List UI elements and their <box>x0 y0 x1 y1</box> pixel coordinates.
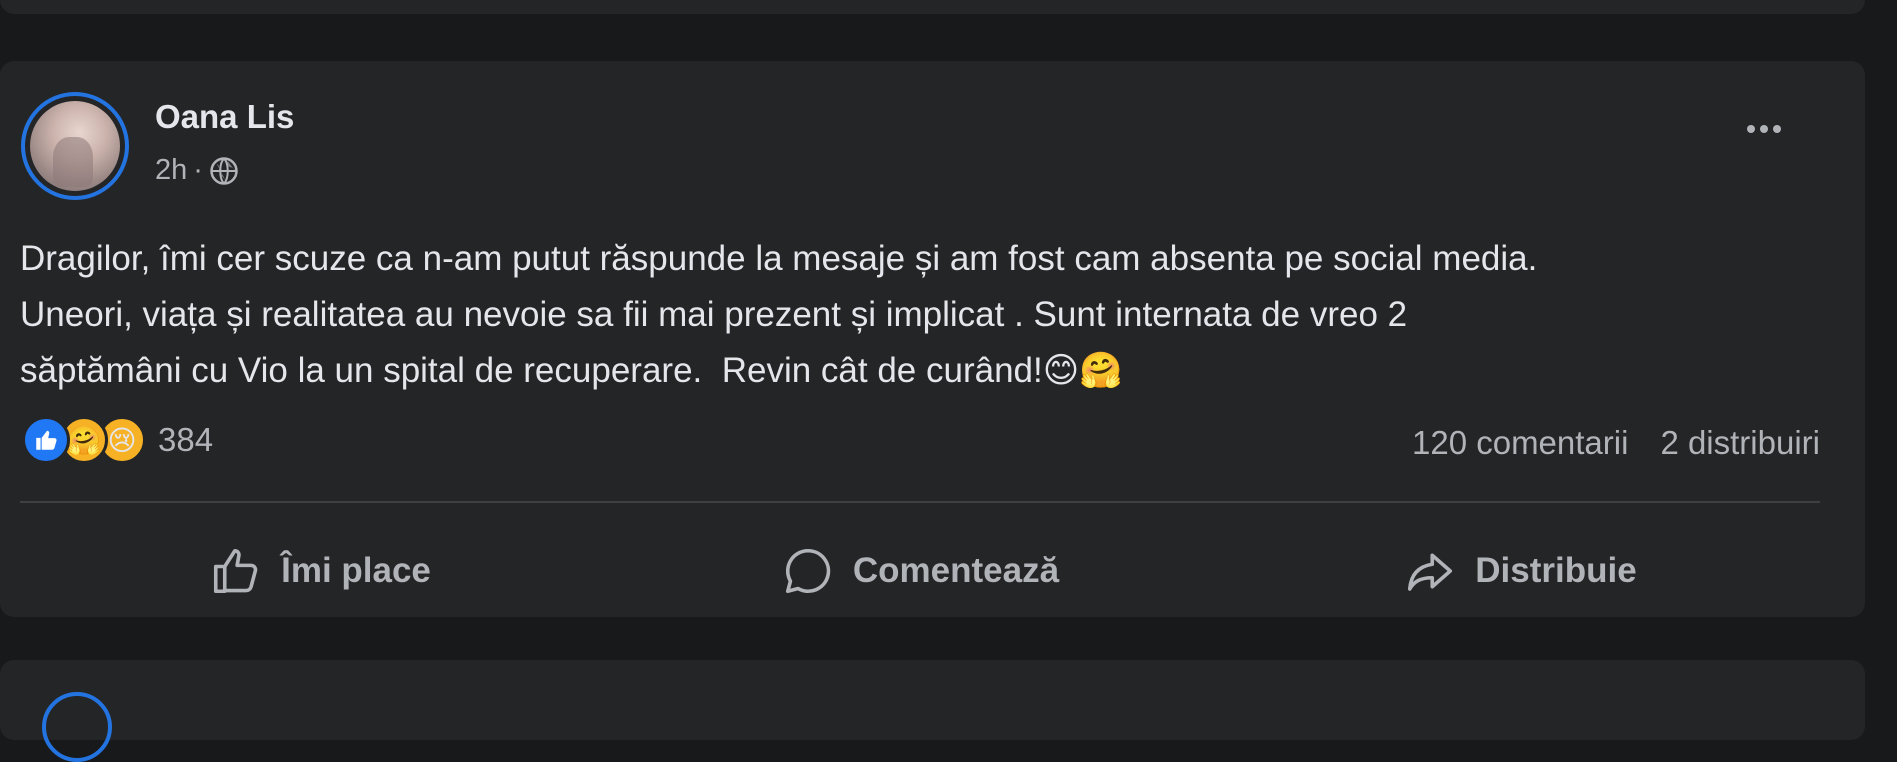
comment-button[interactable]: Comentează <box>620 531 1220 611</box>
comments-count-link[interactable]: 120 comentarii <box>1412 424 1628 462</box>
post-author-name[interactable]: Oana Lis <box>155 98 294 136</box>
post-action-bar: Îmi place Comentează Distribuie <box>20 531 1820 611</box>
meta-separator: · <box>193 154 203 186</box>
avatar[interactable] <box>21 92 129 200</box>
share-icon <box>1408 553 1453 591</box>
reaction-count: 384 <box>158 421 214 458</box>
post-text: Dragilor, îmi cer scuze ca n-am putut ră… <box>20 239 1538 390</box>
next-post-card <box>0 660 1865 762</box>
post-meta: 2h · <box>155 154 239 187</box>
post-stats: 120 comentarii 2 distribuiri <box>1412 424 1820 462</box>
post-card: Oana Lis 2h · Dragilor, îmi cer scuze ca… <box>0 61 1865 617</box>
like-reaction-icon <box>22 416 70 464</box>
reaction-summary[interactable]: 🤗 😢 384 <box>22 416 213 464</box>
thumbs-up-icon <box>36 430 57 450</box>
more-options-icon[interactable] <box>1747 125 1781 133</box>
comment-icon <box>785 548 831 594</box>
comment-button-label: Comentează <box>852 551 1060 590</box>
share-button-label: Distribuie <box>1475 551 1637 590</box>
divider <box>20 501 1820 503</box>
share-button[interactable]: Distribuie <box>1220 531 1820 611</box>
previous-post-card <box>0 0 1865 14</box>
post-timestamp[interactable]: 2h <box>155 154 187 187</box>
globe-icon <box>210 156 238 185</box>
next-post-avatar[interactable] <box>42 692 112 762</box>
like-button-label: Îmi place <box>281 551 431 590</box>
thumbs-up-icon <box>214 548 258 594</box>
avatar-photo <box>30 101 120 191</box>
shares-count-link[interactable]: 2 distribuiri <box>1660 424 1820 462</box>
like-button[interactable]: Îmi place <box>20 531 620 611</box>
